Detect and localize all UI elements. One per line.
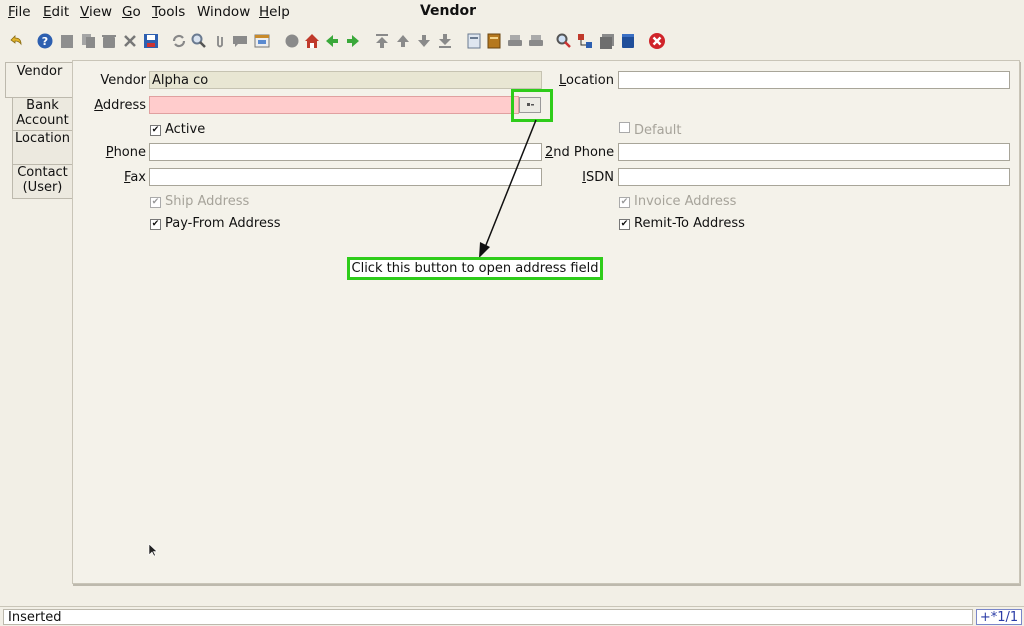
status-bar: Inserted +*1/1 bbox=[0, 606, 1024, 626]
delete-icon[interactable] bbox=[100, 32, 118, 50]
attachment-icon[interactable] bbox=[211, 32, 229, 50]
svg-text:?: ? bbox=[42, 35, 48, 48]
menu-help[interactable]: Help bbox=[259, 4, 290, 20]
workflow-icon[interactable] bbox=[576, 32, 594, 50]
vendor-field[interactable]: Alpha co bbox=[149, 71, 542, 89]
detail-icon[interactable] bbox=[465, 32, 483, 50]
phone2-field[interactable] bbox=[618, 143, 1010, 161]
new-icon[interactable] bbox=[58, 32, 76, 50]
menu-window[interactable]: Window bbox=[197, 4, 250, 20]
location-field[interactable] bbox=[618, 71, 1010, 89]
last-record-icon[interactable] bbox=[436, 32, 454, 50]
checkmark-icon: ✔ bbox=[150, 219, 161, 230]
status-text: Inserted bbox=[3, 609, 973, 625]
toolbar: ? bbox=[0, 28, 1024, 56]
mouse-cursor-icon bbox=[148, 543, 158, 557]
phone-label: Phone bbox=[105, 145, 146, 160]
save-icon[interactable] bbox=[142, 32, 160, 50]
checkmark-icon: ✔ bbox=[619, 197, 630, 208]
tab-bank-account[interactable]: Bank Account bbox=[12, 97, 72, 131]
request-icon[interactable] bbox=[598, 32, 616, 50]
menu-view[interactable]: View bbox=[80, 4, 112, 20]
checkmark-icon: ✔ bbox=[150, 197, 161, 208]
history-icon[interactable] bbox=[253, 32, 271, 50]
exit-icon[interactable] bbox=[648, 32, 666, 50]
report-icon[interactable] bbox=[283, 32, 301, 50]
menu-file[interactable]: File bbox=[8, 4, 31, 20]
vendor-label: Vendor bbox=[100, 73, 146, 88]
isdn-field[interactable] bbox=[618, 168, 1010, 186]
delete-selection-icon[interactable] bbox=[121, 32, 139, 50]
address-label: Address bbox=[94, 98, 146, 113]
product-info-icon[interactable] bbox=[619, 32, 637, 50]
payfrom-address-checkbox[interactable]: ✔ Pay-From Address bbox=[150, 216, 281, 231]
window-title: Vendor bbox=[419, 3, 477, 19]
refresh-icon[interactable] bbox=[170, 32, 188, 50]
back-icon[interactable] bbox=[323, 32, 341, 50]
menu-tools[interactable]: Tools bbox=[152, 4, 185, 20]
find-icon[interactable] bbox=[190, 32, 208, 50]
record-navigation-info[interactable]: +*1/1 bbox=[976, 609, 1022, 625]
isdn-label: ISDN bbox=[582, 170, 614, 185]
print-preview-icon[interactable] bbox=[506, 32, 524, 50]
invoice-address-checkbox[interactable]: ✔ Invoice Address bbox=[619, 194, 736, 209]
tab-vendor[interactable]: Vendor bbox=[5, 62, 73, 98]
copy-icon[interactable] bbox=[80, 32, 98, 50]
forward-icon[interactable] bbox=[344, 32, 362, 50]
undo-icon[interactable] bbox=[7, 32, 25, 50]
active-checkbox[interactable]: ✔ Active bbox=[150, 122, 205, 137]
remitto-address-checkbox[interactable]: ✔ Remit-To Address bbox=[619, 216, 745, 231]
fax-label: Fax bbox=[124, 170, 146, 185]
phone2-label: 2nd Phone bbox=[545, 145, 615, 160]
archive-icon[interactable] bbox=[485, 32, 503, 50]
next-record-icon[interactable] bbox=[415, 32, 433, 50]
tab-contact-user[interactable]: Contact (User) bbox=[12, 164, 72, 199]
menu-edit[interactable]: Edit bbox=[43, 4, 69, 20]
checkmark-icon: ✔ bbox=[619, 219, 630, 230]
menu-bar: File Edit View Go Tools Window Help Vend… bbox=[0, 0, 1024, 26]
address-field[interactable] bbox=[149, 96, 519, 114]
location-label: Location bbox=[559, 73, 614, 88]
menu-go[interactable]: Go bbox=[122, 4, 141, 20]
first-record-icon[interactable] bbox=[373, 32, 391, 50]
zoom-across-icon[interactable] bbox=[555, 32, 573, 50]
help-icon[interactable]: ? bbox=[36, 32, 54, 50]
previous-record-icon[interactable] bbox=[394, 32, 412, 50]
checkmark-icon: ✔ bbox=[150, 125, 161, 136]
checkbox-empty-icon bbox=[619, 122, 630, 133]
print-icon[interactable] bbox=[527, 32, 545, 50]
ship-address-checkbox[interactable]: ✔ Ship Address bbox=[150, 194, 249, 209]
home-icon[interactable] bbox=[303, 32, 321, 50]
tab-location[interactable]: Location bbox=[12, 130, 72, 165]
chat-icon[interactable] bbox=[231, 32, 249, 50]
default-checkbox[interactable]: Default bbox=[619, 122, 682, 138]
annotation-callout: Click this button to open address field bbox=[347, 257, 603, 280]
annotation-arrow bbox=[479, 119, 537, 258]
